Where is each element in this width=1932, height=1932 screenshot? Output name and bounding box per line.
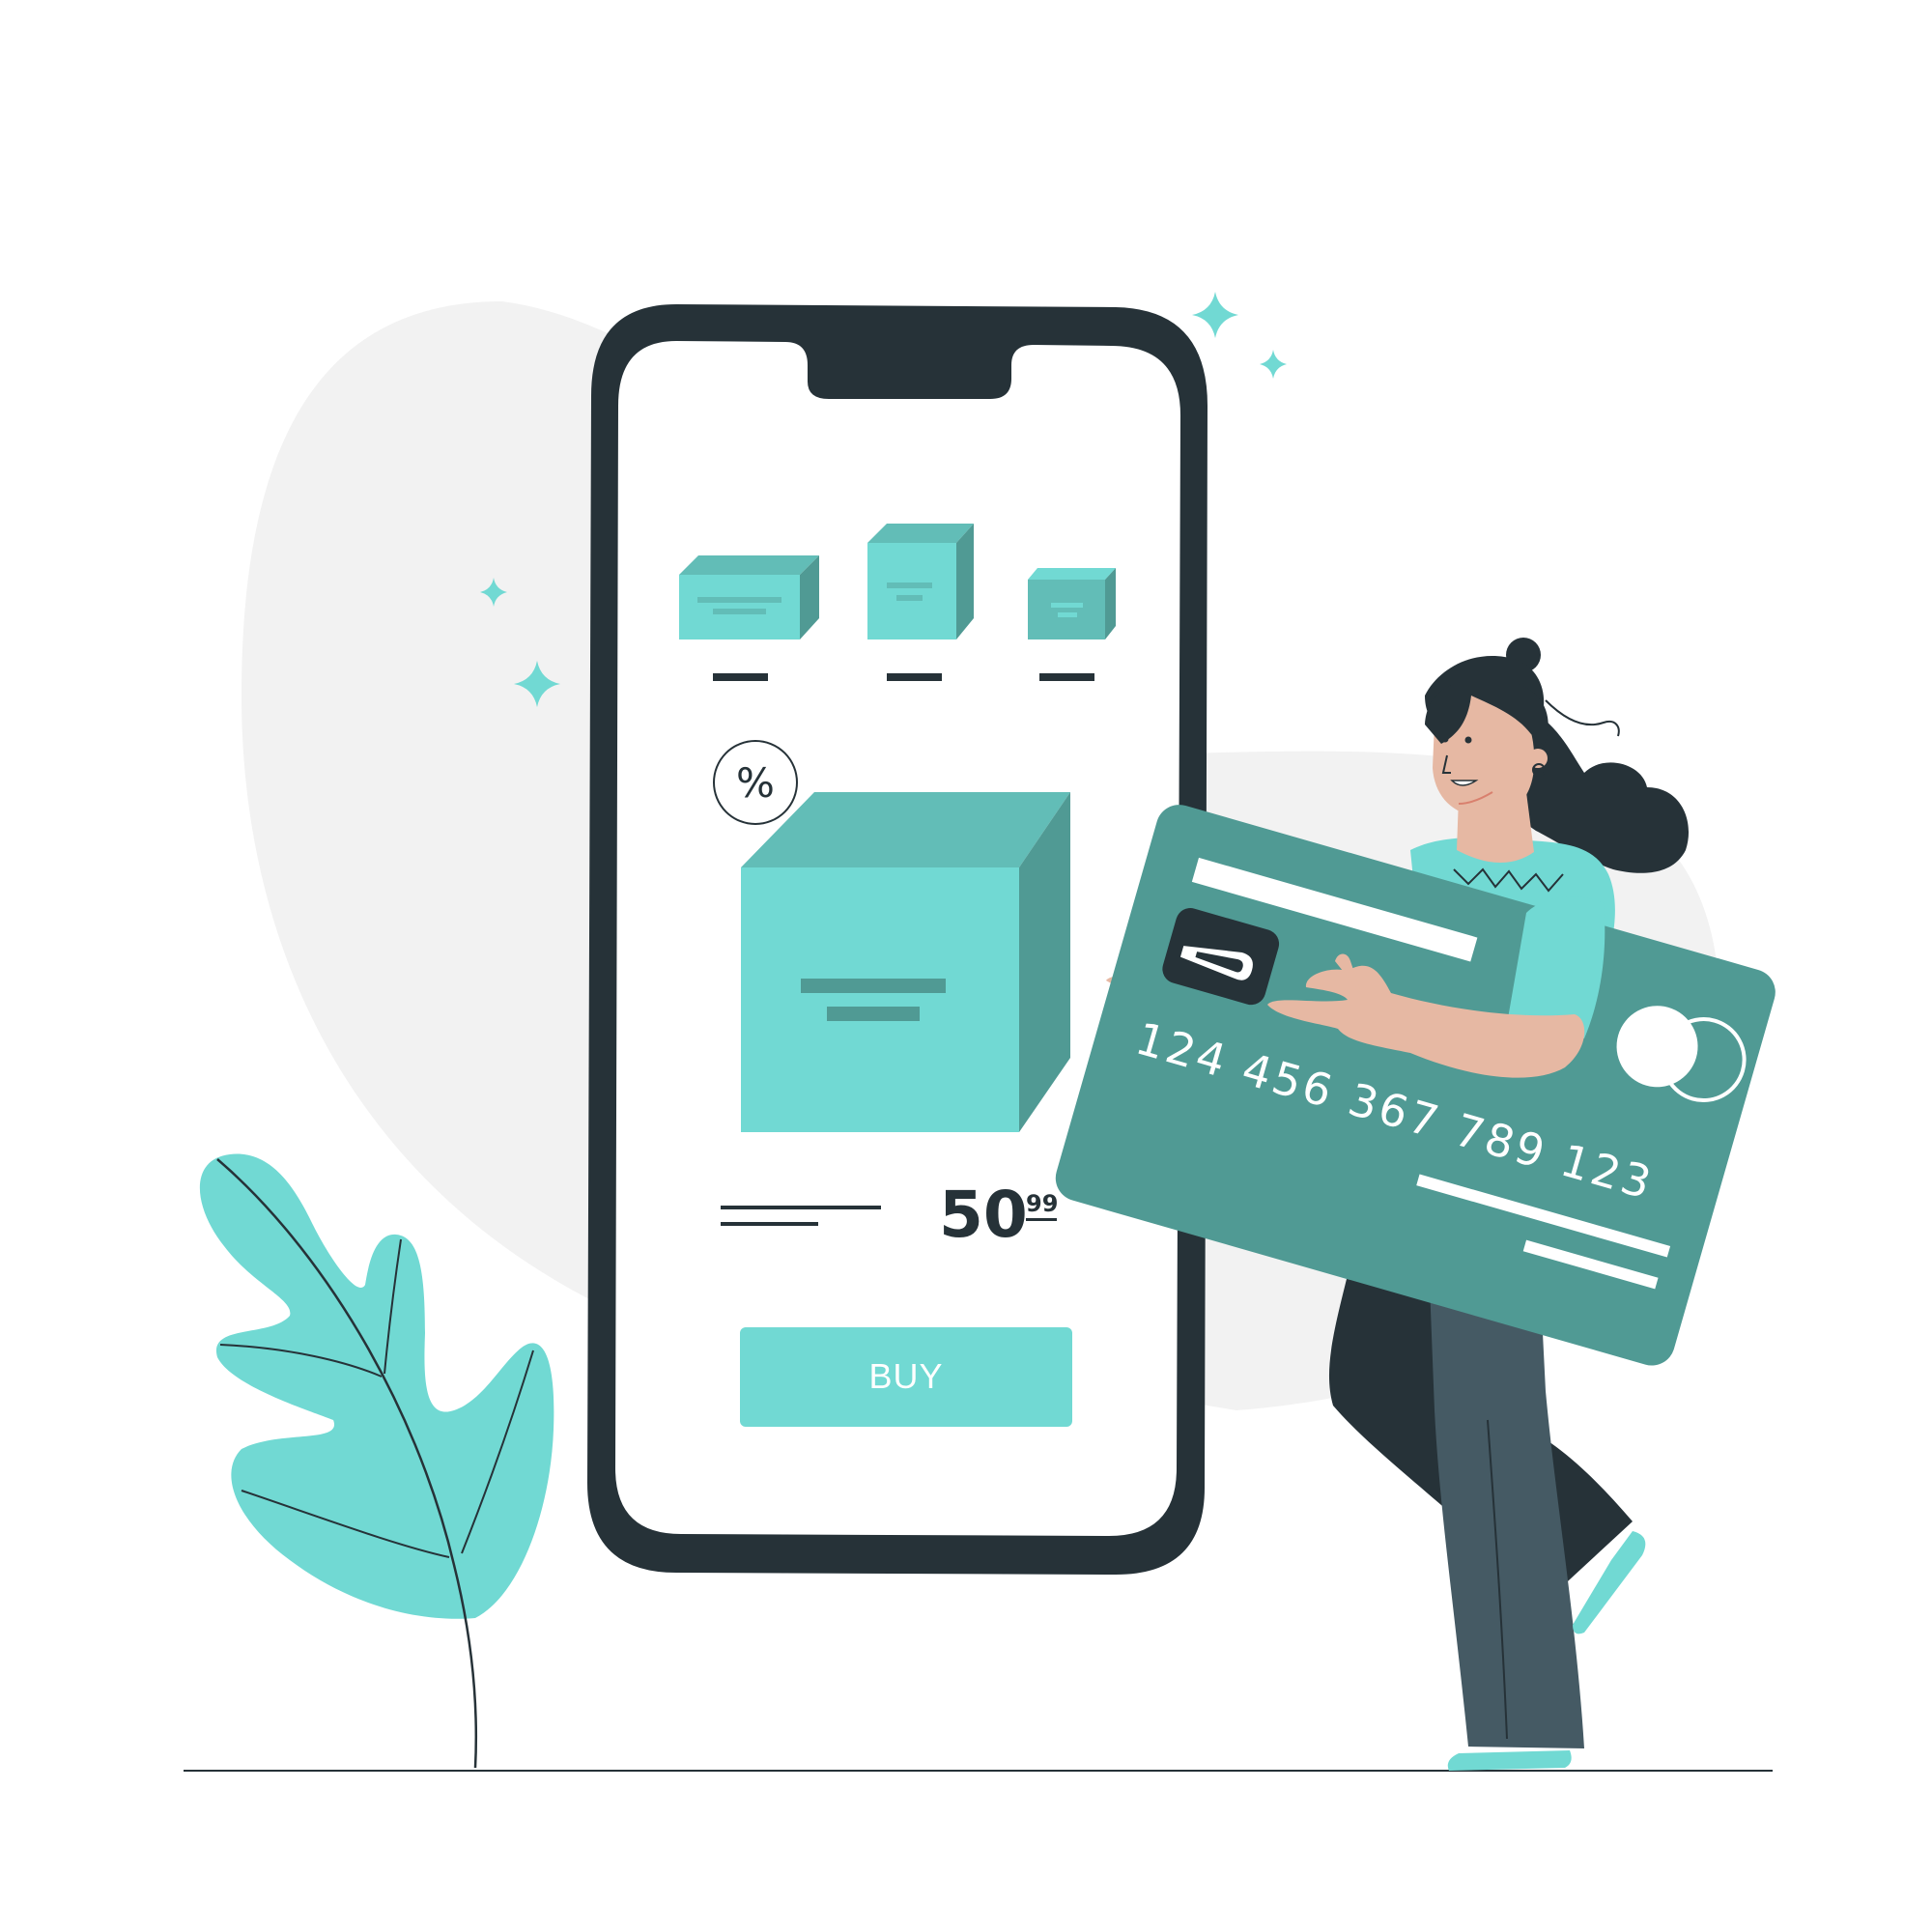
product-label-line [713,673,768,681]
price-cents: 99 [1026,1190,1058,1217]
sparkle-icon [1260,350,1287,379]
sparkle-icon [1192,292,1238,338]
product-box-icon [1028,568,1116,639]
product-label-line [887,673,942,681]
leaf-plant-icon [199,1153,554,1769]
product-box-icon [679,555,819,639]
product-title-line [721,1206,881,1209]
online-shopping-illustration: % 50 99 BUY 124 456 367 789 123 [184,292,1776,1772]
buy-button-label: BUY [868,1356,943,1396]
buy-button[interactable]: BUY [740,1327,1072,1427]
price-whole: 50 [939,1178,1028,1252]
percent-badge-icon: % [713,740,798,825]
product-subtitle-line [721,1222,818,1226]
discount-symbol: % [736,759,775,807]
main-product-box [741,792,1070,1132]
price-cents-underline [1026,1218,1057,1221]
product-box-icon [867,524,974,639]
product-label-line [1039,673,1094,681]
